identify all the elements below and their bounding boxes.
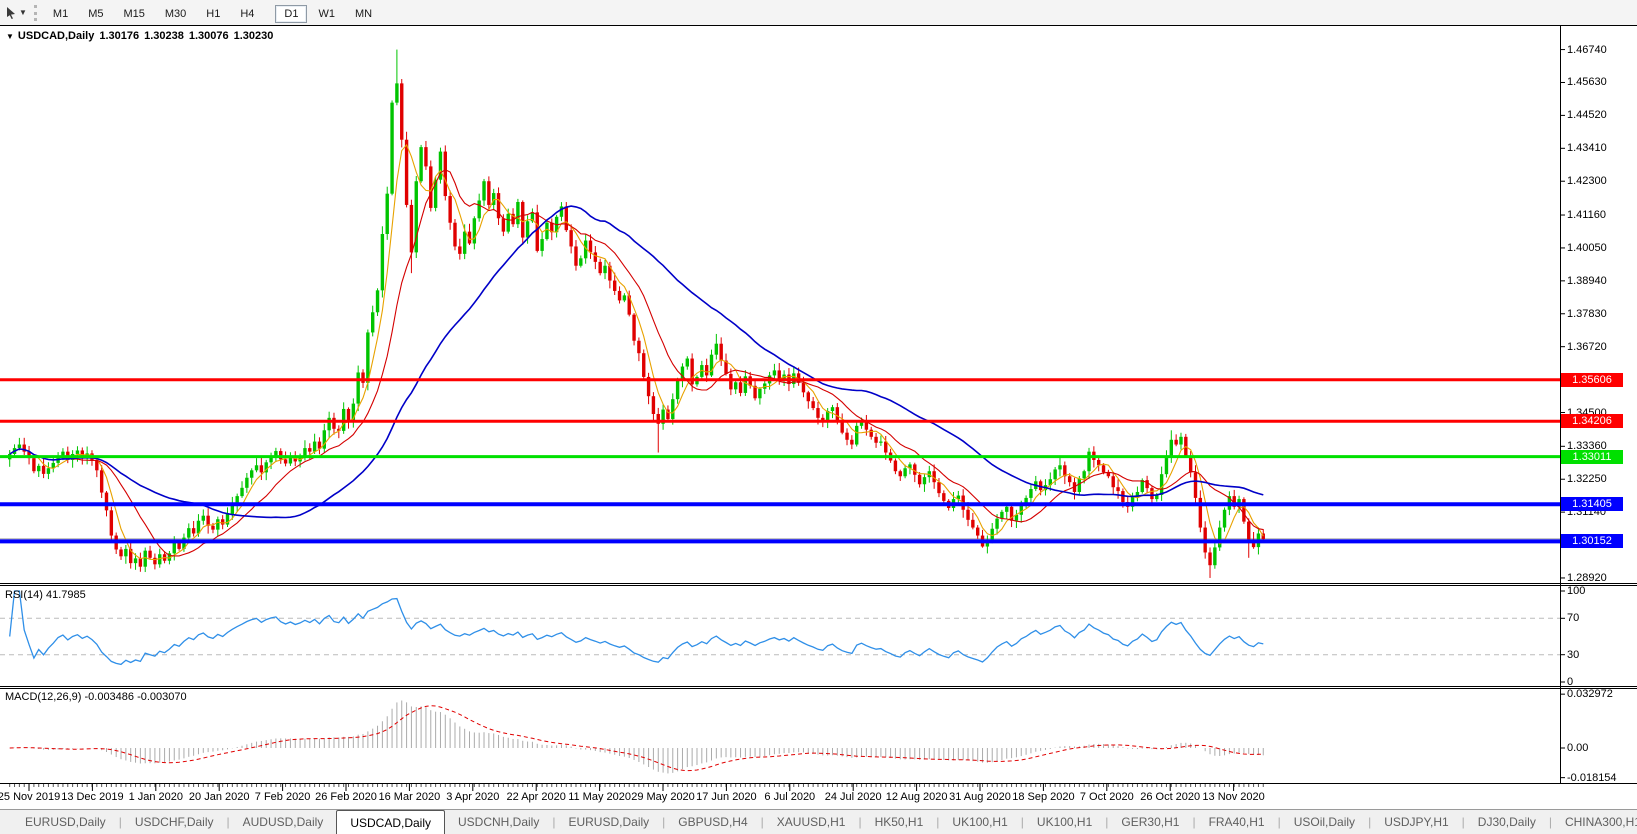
date-axis-label: 16 Mar 2020 — [378, 791, 441, 803]
panel-borders — [0, 25, 1637, 784]
mt4-terminal: { "toolbar": { "cursor_tool": "cursor-po… — [0, 0, 1637, 834]
price-line-label: 1.34206 — [1561, 414, 1623, 429]
date-axis-label: 26 Feb 2020 — [315, 791, 377, 803]
price-tick-label: 1.41160 — [1567, 209, 1606, 222]
date-axis-label: 13 Dec 2019 — [61, 791, 124, 803]
macd-scale-label: 0.00 — [1567, 742, 1589, 754]
moving-averages — [9, 143, 1264, 561]
date-axis-label: 6 Jul 2020 — [764, 791, 816, 803]
ma-5-line — [9, 143, 1264, 561]
price-tick-label: 1.43410 — [1567, 142, 1607, 155]
chart-tab-usoil-daily[interactable]: USOil,Daily — [1281, 810, 1368, 834]
price-tick-label: 1.37830 — [1567, 307, 1607, 320]
rsi-label: RSI(14) 41.7985 — [5, 589, 86, 601]
date-axis-label: 25 Nov 2019 — [0, 791, 61, 803]
date-axis-label: 20 Jan 2020 — [188, 791, 250, 803]
date-axis-label: 12 Aug 2020 — [885, 791, 948, 803]
horizontal-level-lines — [0, 378, 1560, 544]
chart-tab-bar: EURUSD,Daily | USDCHF,Daily | AUDUSD,Daily US… — [0, 809, 1637, 834]
macd-scale-label: 0.032972 — [1567, 688, 1613, 701]
date-axis-label: 29 May 2020 — [631, 791, 695, 803]
chart-tab-hk50-h1[interactable]: HK50,H1 — [862, 810, 937, 834]
date-axis-label: 26 Oct 2020 — [1140, 791, 1201, 803]
chart-title: ▼ USDCAD,Daily 1.30176 1.30238 1.30076 1.3023… — [6, 30, 278, 42]
date-axis-label: 1 Jan 2020 — [128, 791, 184, 803]
chart-tab-eurusd-daily[interactable]: EURUSD,Daily — [12, 810, 119, 834]
price-tick-label: 1.38940 — [1567, 274, 1607, 287]
chart-tab-usdcnh-daily[interactable]: USDCNH,Daily — [445, 810, 552, 834]
macd-signal-line — [9, 705, 1264, 772]
chart-tab-uk100-h1[interactable]: UK100,H1 — [1024, 810, 1105, 834]
ma-13-line — [9, 169, 1264, 557]
symbol-period-label: USDCAD,Daily — [17, 30, 95, 42]
price-tick-label: 1.28920 — [1567, 571, 1607, 584]
price-line-label: 1.30152 — [1561, 534, 1623, 549]
date-axis-label: 7 Feb 2020 — [254, 791, 311, 803]
date-axis-label: 22 Apr 2020 — [506, 791, 566, 803]
date-axis-label: 18 Sep 2020 — [1012, 791, 1075, 803]
chart-tab-xauusd-h1[interactable]: XAUUSD,H1 — [764, 810, 859, 834]
chart-tab-dj30-daily[interactable]: DJ30,Daily — [1465, 810, 1549, 834]
chart-tab-usdchf-daily[interactable]: USDCHF,Daily — [122, 810, 227, 834]
date-axis-label: 11 May 2020 — [568, 791, 631, 803]
date-axis-label: 13 Nov 2020 — [1202, 791, 1265, 803]
macd-panel — [9, 700, 1264, 774]
macd-main-value: -0.003486 — [84, 691, 135, 703]
chart-tab-eurusd-daily[interactable]: EURUSD,Daily — [555, 810, 662, 834]
chart-tab-ger30-h1[interactable]: GER30,H1 — [1108, 810, 1192, 834]
chart-tab-usdjpy-h1[interactable]: USDJPY,H1 — [1371, 810, 1461, 834]
chart-tab-gbpusd-h4[interactable]: GBPUSD,H4 — [665, 810, 760, 834]
price-line-label: 1.35606 — [1561, 372, 1623, 387]
price-tick-label: 1.46740 — [1567, 43, 1607, 56]
chart-tab-uk100-h1[interactable]: UK100,H1 — [939, 810, 1020, 834]
chart-tab-usdcad-daily[interactable]: USDCAD,Daily — [336, 810, 445, 834]
quote-close: 1.30230 — [233, 30, 274, 42]
rsi-scale-label: 30 — [1567, 648, 1580, 661]
macd-signal-value: -0.003070 — [137, 691, 187, 703]
chart-canvas — [0, 25, 1637, 791]
date-axis-label: 31 Aug 2020 — [949, 791, 1011, 803]
price-tick-label: 1.42300 — [1567, 175, 1607, 188]
symbol-collapse-icon[interactable]: ▼ — [6, 32, 14, 41]
price-tick-label: 1.44520 — [1567, 109, 1607, 122]
price-tick-label: 1.45630 — [1567, 76, 1607, 89]
macd-label: MACD(12,26,9) -0.003486 -0.003070 — [5, 691, 187, 703]
price-tick-label: 1.40050 — [1567, 241, 1607, 254]
rsi-scale-label: 70 — [1567, 612, 1580, 625]
ma-40-line — [9, 205, 1264, 519]
rsi-panel — [0, 590, 1560, 666]
rsi-line — [9, 590, 1264, 666]
chart-tab-fra40-h1[interactable]: FRA40,H1 — [1196, 810, 1278, 834]
price-line-label: 1.33011 — [1561, 449, 1623, 464]
price-tick-label: 1.36720 — [1567, 340, 1607, 353]
rsi-scale-label: 100 — [1567, 585, 1586, 597]
date-axis-label: 3 Apr 2020 — [446, 791, 500, 803]
date-axis-label: 24 Jul 2020 — [824, 791, 882, 803]
rsi-scale-label: 0 — [1567, 676, 1574, 688]
macd-scale-label: -0.018154 — [1567, 771, 1617, 784]
price-tick-label: 1.32250 — [1567, 473, 1607, 486]
date-axis-label: 7 Oct 2020 — [1079, 791, 1134, 803]
chart-tab-audusd-daily[interactable]: AUDUSD,Daily — [230, 810, 337, 834]
date-axis-label: 17 Jun 2020 — [696, 791, 757, 803]
price-line-label: 1.31405 — [1561, 497, 1623, 512]
quote-low: 1.30076 — [188, 30, 229, 42]
chart-tab-china300-h1[interactable]: CHINA300,H1 — [1552, 810, 1637, 834]
quote-open: 1.30176 — [99, 30, 140, 42]
quote-high: 1.30238 — [144, 30, 184, 42]
rsi-value: 41.7985 — [45, 589, 86, 601]
